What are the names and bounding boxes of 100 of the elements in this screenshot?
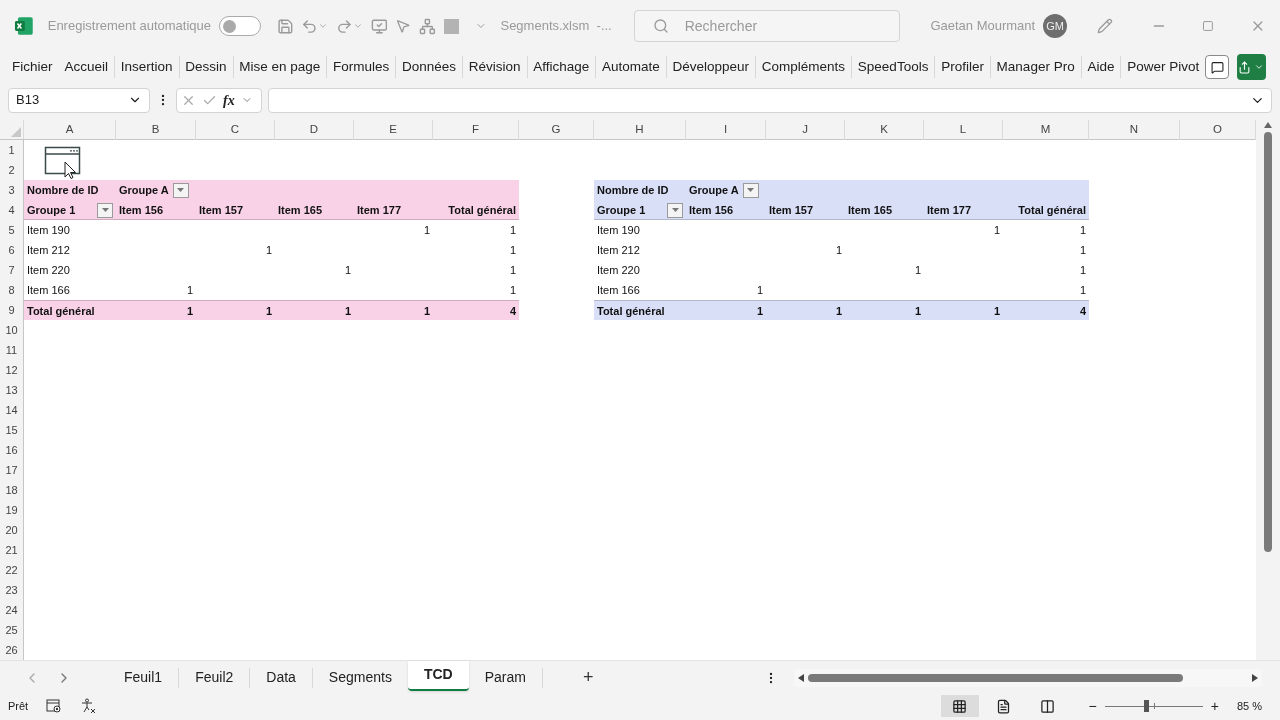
row-header[interactable]: 3 [0, 180, 24, 200]
row-header[interactable]: 2 [0, 160, 24, 180]
sheet-status-icon[interactable] [46, 699, 63, 713]
ribbon-tab[interactable]: Formules [327, 54, 396, 80]
ribbon-tab[interactable]: Données [396, 54, 463, 80]
row-header[interactable]: 4 [0, 200, 24, 220]
user-avatar[interactable]: GM [1043, 14, 1067, 38]
row-header[interactable]: 22 [0, 560, 24, 580]
save-icon[interactable] [276, 17, 294, 35]
ribbon-tab[interactable]: Power Pivot [1121, 54, 1206, 80]
column-header[interactable]: F [433, 120, 519, 140]
row-header[interactable]: 14 [0, 400, 24, 420]
sheet-tab[interactable]: Param [468, 662, 542, 693]
ribbon-tab[interactable]: Compléments [755, 54, 852, 80]
column-header[interactable]: L [924, 120, 1003, 140]
value-cell-text: 1 [508, 242, 517, 258]
row-header[interactable]: 10 [0, 320, 24, 340]
column-header[interactable]: K [845, 120, 924, 140]
scroll-left-icon[interactable] [798, 673, 804, 682]
maximize-icon[interactable] [1202, 20, 1215, 32]
pen-icon[interactable] [1096, 18, 1113, 34]
ribbon-tab[interactable]: Dessin [179, 54, 233, 80]
hierarchy-icon[interactable] [419, 17, 436, 35]
ribbon-tab[interactable]: Révision [462, 54, 527, 80]
column-header[interactable]: B [116, 120, 196, 140]
sheet-tab[interactable]: Feuil2 [179, 662, 250, 693]
insert-function-button[interactable]: fx [223, 89, 235, 111]
row-header[interactable]: 8 [0, 280, 24, 300]
sheet-tab[interactable]: Feuil1 [108, 662, 179, 693]
accessibility-icon[interactable] [80, 698, 97, 714]
row-header[interactable]: 6 [0, 240, 24, 260]
zoom-in-button[interactable]: + [1210, 695, 1219, 717]
row-header[interactable]: 13 [0, 380, 24, 400]
column-header[interactable]: C [196, 120, 275, 140]
column-header[interactable]: M [1003, 120, 1089, 140]
ribbon-tab[interactable]: SpeedTools [851, 54, 935, 80]
name-box[interactable]: B13 [8, 87, 150, 113]
zoom-thumb[interactable] [1143, 700, 1149, 712]
ribbon-tab[interactable]: Insertion [114, 54, 179, 80]
row-header[interactable]: 24 [0, 600, 24, 620]
sheet-tab[interactable]: TCD [407, 660, 469, 691]
value-cell-text: 1 [422, 303, 431, 319]
row-header[interactable]: 25 [0, 620, 24, 640]
column-header[interactable]: J [766, 120, 845, 140]
undo-icon[interactable] [301, 17, 319, 35]
column-header[interactable]: A [24, 120, 116, 140]
zoom-slider[interactable] [1104, 700, 1203, 712]
ribbon-tab[interactable]: Affichage [527, 54, 596, 80]
value-cell-text: 1 [1078, 222, 1087, 238]
row-header[interactable]: 23 [0, 580, 24, 600]
autosave-toggle[interactable] [219, 16, 261, 36]
column-header[interactable]: N [1089, 120, 1180, 140]
ribbon-tab[interactable]: Développeur [666, 54, 756, 80]
ribbon-tab[interactable]: Manager Pro [990, 54, 1081, 80]
row-header[interactable]: 21 [0, 540, 24, 560]
filter-dropdown-button[interactable] [742, 182, 759, 198]
row-header[interactable]: 26 [0, 640, 24, 660]
ribbon-tab[interactable]: Profiler [935, 54, 990, 80]
row-header[interactable]: 9 [0, 300, 24, 320]
column-label-cell-text: Item 156 [118, 202, 165, 218]
column-header[interactable]: D [275, 120, 354, 140]
redo-icon[interactable] [335, 17, 353, 35]
zoom-out-button[interactable]: − [1088, 695, 1097, 717]
caret-icon [1254, 62, 1265, 72]
filter-dropdown-button[interactable] [172, 182, 189, 198]
add-sheet-button[interactable]: + [582, 664, 594, 691]
row-header[interactable]: 12 [0, 360, 24, 380]
comments-button[interactable] [1205, 55, 1229, 79]
column-header[interactable]: G [519, 120, 594, 140]
row-header[interactable]: 19 [0, 500, 24, 520]
row-header[interactable]: 15 [0, 420, 24, 440]
sheet-tab[interactable]: Data [250, 662, 312, 693]
scroll-right-icon[interactable] [1252, 673, 1258, 682]
row-header[interactable]: 5 [0, 220, 24, 240]
column-header[interactable]: E [354, 120, 433, 140]
row-header[interactable]: 7 [0, 260, 24, 280]
filter-dropdown-button[interactable] [667, 202, 683, 218]
ribbon-tab[interactable]: Accueil [58, 54, 115, 80]
row-header[interactable]: 20 [0, 520, 24, 540]
column-header[interactable]: I [686, 120, 766, 140]
horizontal-scrollbar[interactable] [794, 668, 1262, 687]
share-button[interactable] [1236, 54, 1266, 80]
pointer-icon[interactable] [395, 18, 412, 34]
row-header[interactable]: 17 [0, 460, 24, 480]
sheet-tab[interactable]: Segments [312, 662, 408, 693]
row-header[interactable]: 1 [0, 140, 24, 160]
ribbon-tab[interactable]: Fichier [6, 54, 59, 80]
value-cell-text: 1 [508, 222, 517, 238]
normal-view-button[interactable] [940, 695, 979, 717]
row-header[interactable]: 16 [0, 440, 24, 460]
ribbon-tab[interactable]: Aide [1081, 54, 1121, 80]
column-header[interactable]: H [594, 120, 686, 140]
column-label-cell-text: Item 156 [688, 202, 735, 218]
scroll-up-icon[interactable] [1264, 122, 1272, 128]
formula-input[interactable] [268, 87, 1272, 113]
ribbon-tab[interactable]: Automate [596, 54, 666, 80]
filter-dropdown-button[interactable] [97, 202, 113, 218]
row-header[interactable]: 18 [0, 480, 24, 500]
row-header[interactable]: 11 [0, 340, 24, 360]
ribbon-tab[interactable]: Mise en page [233, 54, 327, 80]
